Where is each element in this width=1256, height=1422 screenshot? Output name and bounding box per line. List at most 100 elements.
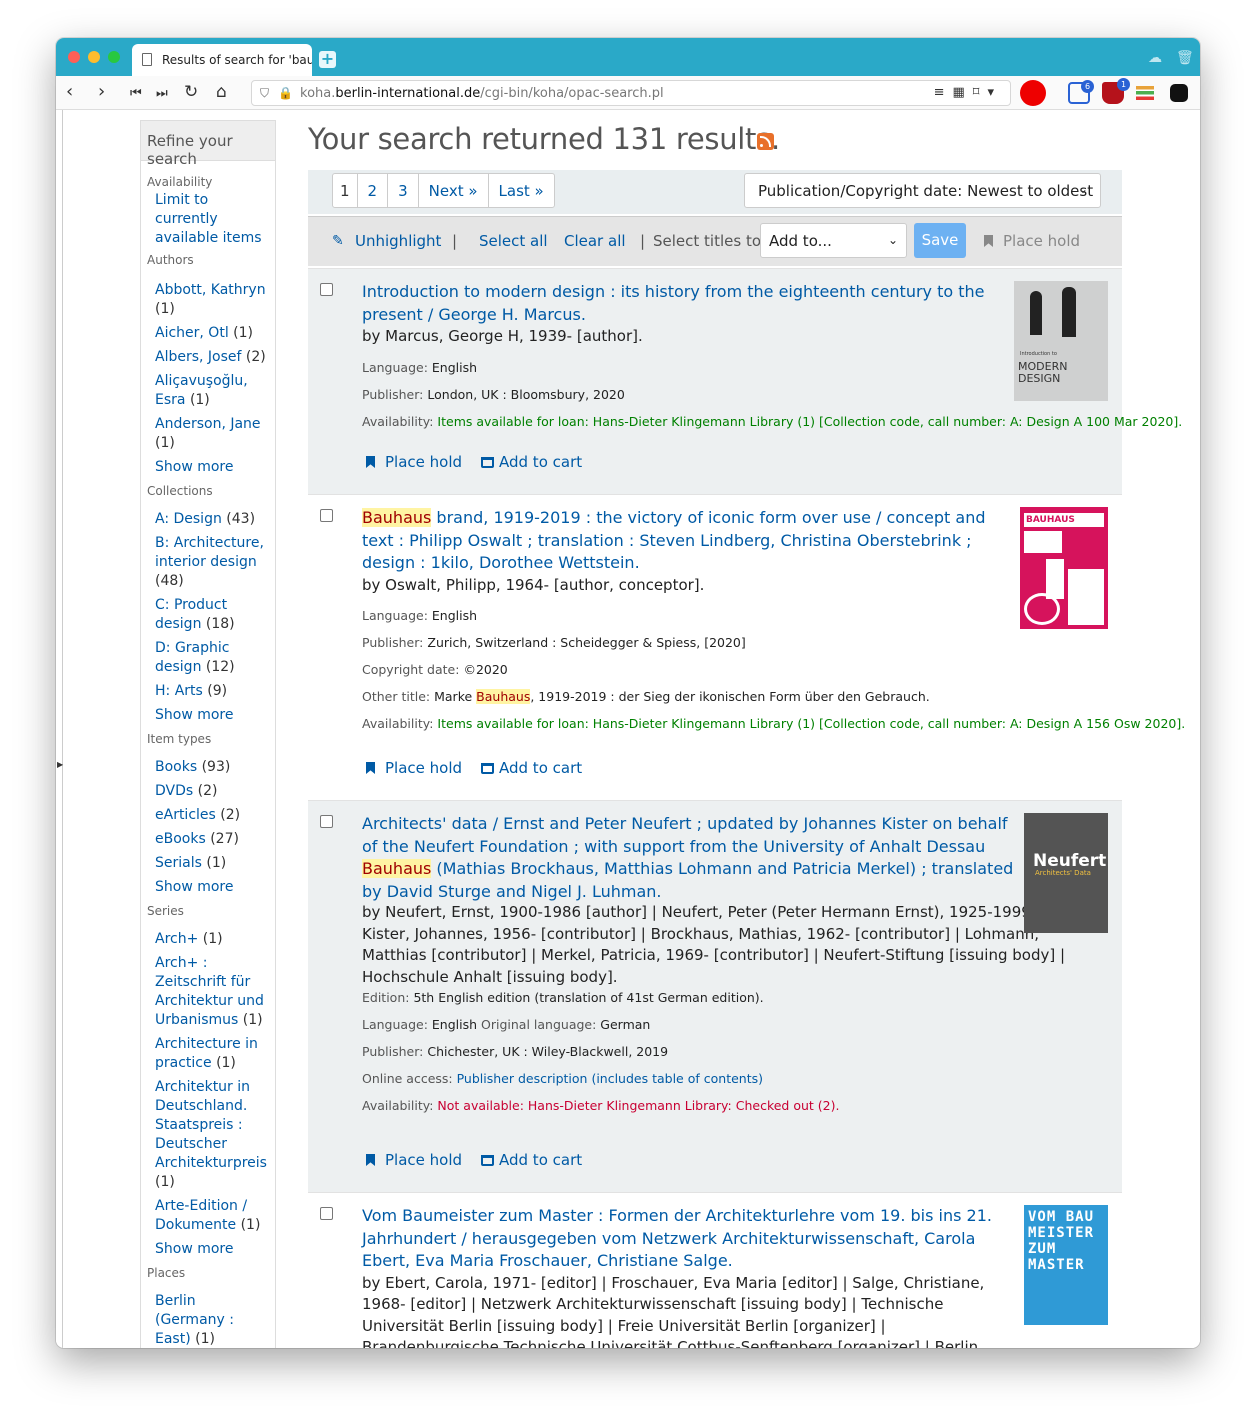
next-page-link[interactable]: Next » xyxy=(419,174,489,207)
zoom-window-button[interactable] xyxy=(108,51,120,63)
show-more-itemtypes[interactable]: Show more xyxy=(141,878,275,897)
facet-item[interactable]: eArticles (2) xyxy=(141,806,275,825)
show-more-collections[interactable]: Show more xyxy=(141,706,275,725)
add-to-select[interactable]: Add to... ⌄ xyxy=(760,223,907,258)
facet-link[interactable]: eArticles xyxy=(155,807,216,823)
new-tab-button[interactable]: + xyxy=(319,51,336,68)
skip-forward-icon[interactable]: ⏭ xyxy=(156,84,168,104)
rss-icon[interactable] xyxy=(757,133,774,150)
result-checkbox[interactable] xyxy=(320,509,333,522)
facet-item[interactable]: Aliçavuşoğlu, Esra (1) xyxy=(141,372,275,410)
facet-item[interactable]: Abbott, Kathryn (1) xyxy=(141,281,275,319)
facet-item[interactable]: eBooks (27) xyxy=(141,830,275,849)
result-title-link[interactable]: Architects' data / Ernst and Peter Neufe… xyxy=(362,813,1022,903)
extension-dark-icon[interactable] xyxy=(1170,84,1188,102)
show-more-link[interactable]: Show more xyxy=(155,707,234,723)
facet-item[interactable]: Serials (1) xyxy=(141,854,275,873)
book-cover-image[interactable]: BAUHAUS xyxy=(1020,507,1108,629)
facet-link[interactable]: Limit to currently available items xyxy=(155,192,262,246)
last-page-link[interactable]: Last » xyxy=(489,174,554,207)
facet-item[interactable]: B: Architecture, interior design (48) xyxy=(141,534,275,591)
back-icon[interactable]: ‹ xyxy=(66,82,73,102)
minimize-window-button[interactable] xyxy=(88,51,100,63)
unhighlight-link[interactable]: Unhighlight xyxy=(355,232,441,250)
facet-link[interactable]: Anderson, Jane xyxy=(155,416,261,432)
facet-item[interactable]: Aicher, Otl (1) xyxy=(141,324,275,343)
facet-item[interactable]: A: Design (43) xyxy=(141,510,275,529)
facet-link[interactable]: Serials xyxy=(155,855,202,871)
book-cover-image[interactable]: Neufert Architects' Data xyxy=(1024,813,1108,933)
place-hold-link[interactable]: Place hold xyxy=(366,453,462,471)
facet-link[interactable]: Books xyxy=(155,759,197,775)
facet-link[interactable]: Aicher, Otl xyxy=(155,325,229,341)
facet-item[interactable]: Arch+ : Zeitschrift für Architektur und … xyxy=(141,954,275,1030)
extension-icon-blue[interactable]: 6 xyxy=(1068,80,1094,104)
facet-item[interactable]: Limit to currently available items xyxy=(141,191,275,248)
facet-item[interactable]: Berlin (Germany : East) (1) xyxy=(141,1292,275,1348)
facet-link[interactable]: DVDs xyxy=(155,783,193,799)
show-more-link[interactable]: Show more xyxy=(155,879,234,895)
facet-link[interactable]: B: Architecture, interior design xyxy=(155,535,264,570)
facet-link[interactable]: eBooks xyxy=(155,831,206,847)
clear-all-link[interactable]: Clear all xyxy=(564,232,626,250)
select-all-link[interactable]: Select all xyxy=(479,232,548,250)
page-3-link[interactable]: 3 xyxy=(388,174,419,207)
facet-item[interactable]: C: Product design (18) xyxy=(141,596,275,634)
result-checkbox[interactable] xyxy=(320,283,333,296)
facet-item[interactable]: D: Graphic design (12) xyxy=(141,639,275,677)
show-more-series[interactable]: Show more xyxy=(141,1240,275,1259)
address-bar-icons[interactable]: ≡▦⌑▾ xyxy=(934,85,1002,100)
facet-item[interactable]: H: Arts (9) xyxy=(141,682,275,701)
home-icon[interactable]: ⌂ xyxy=(216,82,227,102)
forward-icon[interactable]: › xyxy=(98,82,105,102)
facet-item[interactable]: Architektur in Deutschland. Staatspreis … xyxy=(141,1078,275,1192)
sort-select[interactable]: Publication/Copyright date: Newest to ol… xyxy=(744,173,1101,208)
facet-item[interactable]: Arte-Edition / Dokumente (1) xyxy=(141,1197,275,1235)
result-checkbox[interactable] xyxy=(320,1207,333,1220)
facet-link[interactable]: Arch+ xyxy=(155,931,198,947)
result-title-link[interactable]: Introduction to modern design : its hist… xyxy=(362,281,1012,326)
result-title-link[interactable]: Bauhaus brand, 1919-2019 : the victory o… xyxy=(362,507,1017,575)
facet-item[interactable]: DVDs (2) xyxy=(141,782,275,801)
show-more-authors[interactable]: Show more xyxy=(141,458,275,477)
facet-link[interactable]: Abbott, Kathryn xyxy=(155,282,266,298)
add-to-cart-link[interactable]: Add to cart xyxy=(481,1151,582,1169)
place-hold-link[interactable]: Place hold xyxy=(366,1151,462,1169)
availability-status[interactable]: Items available for loan: Hans-Dieter Kl… xyxy=(437,716,1185,731)
address-bar[interactable]: ⛉ 🔒 koha.berlin-international.de/cgi-bin… xyxy=(251,80,1011,106)
availability-status[interactable]: Items available for loan: Hans-Dieter Kl… xyxy=(437,414,1182,429)
show-more-link[interactable]: Show more xyxy=(155,459,234,475)
place-hold-toolbar-button[interactable]: Place hold xyxy=(984,232,1080,250)
trash-icon[interactable]: 🗑 xyxy=(1176,50,1194,66)
availability-status[interactable]: Not available: Hans-Dieter Klingemann Li… xyxy=(437,1098,839,1113)
record-extension-icon[interactable] xyxy=(1020,80,1046,106)
ublock-icon[interactable]: 1 xyxy=(1102,78,1130,104)
add-to-cart-link[interactable]: Add to cart xyxy=(481,453,582,471)
facet-link[interactable]: Architektur in Deutschland. Staatspreis … xyxy=(155,1079,267,1171)
facet-link[interactable]: A: Design xyxy=(155,511,222,527)
reload-icon[interactable]: ↻ xyxy=(184,82,198,102)
facet-link[interactable]: H: Arts xyxy=(155,683,203,699)
facet-item[interactable]: Arch+ (1) xyxy=(141,930,275,949)
save-button[interactable]: Save xyxy=(914,223,966,258)
facet-link[interactable]: Arte-Edition / Dokumente xyxy=(155,1198,247,1233)
show-more-link[interactable]: Show more xyxy=(155,1241,234,1257)
facet-item[interactable]: Albers, Josef (2) xyxy=(141,348,275,367)
page-2-link[interactable]: 2 xyxy=(358,174,389,207)
book-cover-image[interactable]: VOM BAU MEISTER ZUM MASTER xyxy=(1024,1205,1108,1325)
expand-arrow-icon[interactable]: ▶ xyxy=(57,760,63,769)
online-access-link[interactable]: Publisher description (includes table of… xyxy=(457,1071,763,1086)
facet-item[interactable]: Books (93) xyxy=(141,758,275,777)
facet-link[interactable]: Architecture in practice xyxy=(155,1036,258,1071)
facet-item[interactable]: Architecture in practice (1) xyxy=(141,1035,275,1073)
book-cover-image[interactable]: Introduction to MODERN DESIGN xyxy=(1014,281,1108,401)
close-window-button[interactable] xyxy=(68,51,80,63)
facet-item[interactable]: Anderson, Jane (1) xyxy=(141,415,275,453)
skip-back-icon[interactable]: ⏮ xyxy=(130,84,142,104)
add-to-cart-link[interactable]: Add to cart xyxy=(481,759,582,777)
result-title-link[interactable]: Vom Baumeister zum Master : Formen der A… xyxy=(362,1205,1024,1273)
facet-link[interactable]: Albers, Josef xyxy=(155,349,241,365)
cloud-icon[interactable]: ☁ xyxy=(1148,50,1162,66)
extension-bars-icon[interactable] xyxy=(1136,86,1154,100)
browser-tab[interactable]: Results of search for 'bau xyxy=(132,44,312,76)
